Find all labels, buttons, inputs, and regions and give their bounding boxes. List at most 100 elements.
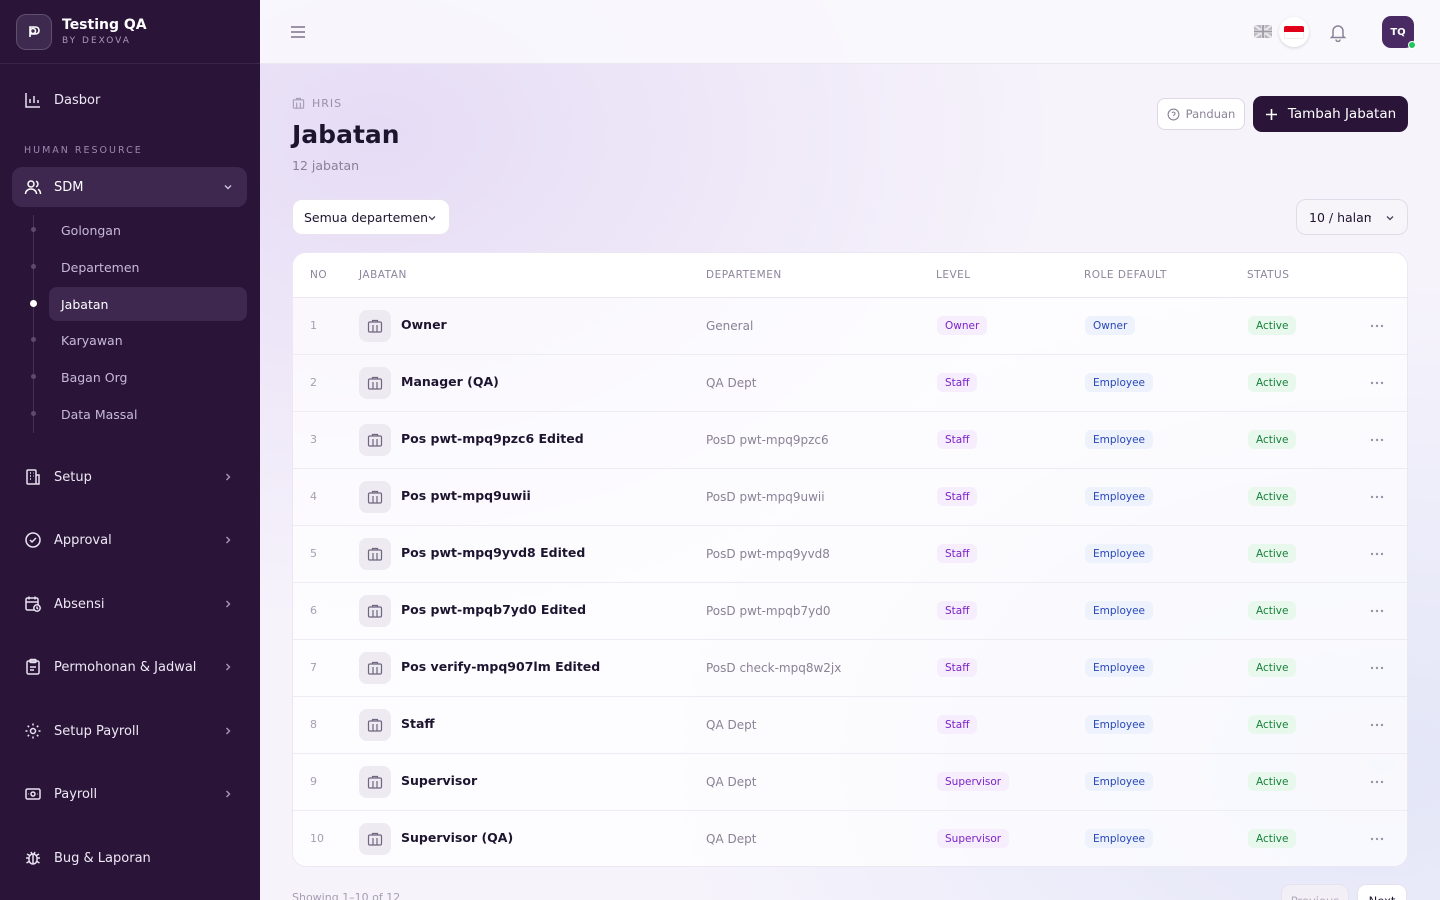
language-selector-id[interactable]: [1279, 17, 1309, 47]
sidebar-item-payroll[interactable]: Payroll: [12, 774, 247, 814]
guide-button[interactable]: Panduan: [1157, 98, 1245, 130]
online-status-dot: [1408, 41, 1416, 49]
position-department: QA Dept: [706, 718, 757, 732]
table-row[interactable]: 10 Supervisor (QA) QA Dept Supervisor Employ…: [293, 811, 1407, 866]
sidebar-item-setup[interactable]: Setup: [12, 457, 247, 497]
more-actions-icon[interactable]: [1369, 774, 1385, 790]
topbar: TQ: [260, 0, 1440, 64]
page-count: 12 jabatan: [292, 158, 360, 173]
subnav-dot: [31, 337, 36, 342]
sidebar-item-setup-payroll[interactable]: Setup Payroll: [12, 711, 247, 751]
briefcase-icon: [359, 766, 391, 798]
more-actions-icon[interactable]: [1369, 375, 1385, 391]
per-page-select[interactable]: 10 / halaman: [1296, 199, 1408, 235]
sidebar-item-permohonan-jadwal[interactable]: Permohonan & Jadwal: [12, 647, 247, 687]
row-number: 5: [310, 547, 317, 560]
level-badge: Staff: [937, 658, 978, 677]
more-actions-icon[interactable]: [1369, 831, 1385, 847]
table-row[interactable]: 6 Pos pwt-mpqb7yd0 Edited PosD pwt-mpqb7yd…: [293, 583, 1407, 640]
position-name: Staff: [401, 716, 435, 731]
bug-icon: [26, 851, 40, 865]
level-badge: Staff: [937, 373, 978, 392]
sidebar-subitem-departemen[interactable]: Departemen: [49, 250, 247, 284]
level-badge: Staff: [937, 601, 978, 620]
sidebar-item-label: Dasbor: [54, 92, 101, 108]
briefcase-icon: [359, 823, 391, 855]
subnav-dot: [31, 227, 36, 232]
sidebar-item-dasbor[interactable]: Dasbor: [12, 80, 247, 120]
more-actions-icon[interactable]: [1369, 318, 1385, 334]
check-circle-icon: [25, 532, 41, 548]
sidebar-item-label: Setup Payroll: [54, 723, 140, 739]
row-number: 7: [310, 661, 317, 674]
table-row[interactable]: 5 Pos pwt-mpq9yvd8 Edited PosD pwt-mpq9yvd…: [293, 526, 1407, 583]
more-actions-icon[interactable]: [1369, 432, 1385, 448]
next-page-button[interactable]: Next: [1357, 884, 1407, 900]
building-icon: [26, 469, 40, 485]
help-circle-icon: [1167, 108, 1180, 120]
nav-section-label: HUMAN RESOURCE: [24, 145, 143, 156]
add-position-button[interactable]: Tambah Jabatan: [1253, 96, 1408, 132]
level-badge: Staff: [937, 715, 978, 734]
sidebar-item-bug-laporan[interactable]: Bug & Laporan: [12, 838, 247, 878]
sidebar-subitem-data-massal[interactable]: Data Massal: [49, 397, 247, 431]
menu-icon[interactable]: [290, 24, 306, 40]
chart-bar-icon: [25, 93, 40, 108]
status-badge: Active: [1248, 544, 1297, 563]
sidebar-item-approval[interactable]: Approval: [12, 520, 247, 560]
chevron-down-icon: [428, 216, 436, 221]
more-actions-icon[interactable]: [1369, 717, 1385, 733]
subnav-dot: [31, 264, 36, 269]
row-number: 1: [310, 319, 317, 332]
role-badge: Employee: [1085, 601, 1154, 620]
department-filter-select[interactable]: Semua departemen: [292, 199, 450, 235]
table-row[interactable]: 3 Pos pwt-mpq9pzc6 Edited PosD pwt-mpq9pzc…: [293, 412, 1407, 469]
more-actions-icon[interactable]: [1369, 660, 1385, 676]
table-row[interactable]: 8 Staff QA Dept Staff Employee Active: [293, 697, 1407, 754]
level-badge: Staff: [937, 487, 978, 506]
role-badge: Employee: [1085, 373, 1154, 392]
sidebar-subitem-golongan[interactable]: Golongan: [49, 213, 247, 247]
status-badge: Active: [1248, 430, 1297, 449]
chevron-right-icon: [226, 727, 231, 735]
sidebar-item-sdm[interactable]: SDM: [12, 167, 247, 207]
row-number: 8: [310, 718, 317, 731]
sidebar-item-absensi[interactable]: Absensi: [12, 584, 247, 624]
chevron-right-icon: [226, 663, 231, 671]
brand-subtitle: BY DEXOVA: [62, 36, 131, 46]
position-name: Pos pwt-mpq9pzc6 Edited: [401, 431, 584, 446]
position-name: Supervisor (QA): [401, 830, 514, 845]
table-row[interactable]: 4 Pos pwt-mpq9uwii PosD pwt-mpq9uwii Staff E…: [293, 469, 1407, 526]
sidebar-subitem-bagan-org[interactable]: Bagan Org: [49, 360, 247, 394]
more-actions-icon[interactable]: [1369, 489, 1385, 505]
bell-icon[interactable]: [1328, 22, 1348, 42]
building-icon: [292, 97, 305, 109]
brand[interactable]: Testing QA BY DEXOVA: [0, 0, 260, 64]
chevron-right-icon: [226, 600, 231, 608]
sidebar-subitem-jabatan[interactable]: Jabatan: [49, 287, 247, 321]
sidebar-subitem-karyawan[interactable]: Karyawan: [49, 323, 247, 357]
guide-button-label: Panduan: [1185, 107, 1236, 121]
role-badge: Employee: [1085, 544, 1154, 563]
position-department: QA Dept: [706, 376, 757, 390]
subnav-dot: [31, 374, 36, 379]
table-row[interactable]: 7 Pos verify-mpq907lm Edited PosD check-mp…: [293, 640, 1407, 697]
table-row[interactable]: 1 Owner General Owner Owner Active: [293, 298, 1407, 355]
previous-page-button[interactable]: Previous: [1281, 884, 1349, 900]
sidebar-item-label: Absensi: [54, 596, 105, 612]
role-badge: Employee: [1085, 658, 1154, 677]
table-row[interactable]: 2 Manager (QA) QA Dept Staff Employee Active: [293, 355, 1407, 412]
more-actions-icon[interactable]: [1369, 546, 1385, 562]
position-name: Pos verify-mpq907lm Edited: [401, 659, 601, 674]
uk-flag-icon[interactable]: [1254, 25, 1272, 38]
table-row[interactable]: 9 Supervisor QA Dept Supervisor Employee Acti…: [293, 754, 1407, 811]
position-department: QA Dept: [706, 775, 757, 789]
row-number: 10: [310, 832, 324, 845]
subnav-line: [33, 215, 34, 433]
briefcase-icon: [359, 595, 391, 627]
more-actions-icon[interactable]: [1369, 603, 1385, 619]
main-content: TQ HRIS Jabatan 12 jabatan Panduan Tamba…: [260, 0, 1440, 900]
status-badge: Active: [1248, 829, 1297, 848]
row-number: 9: [310, 775, 317, 788]
position-department: PosD pwt-mpq9pzc6: [706, 433, 829, 447]
